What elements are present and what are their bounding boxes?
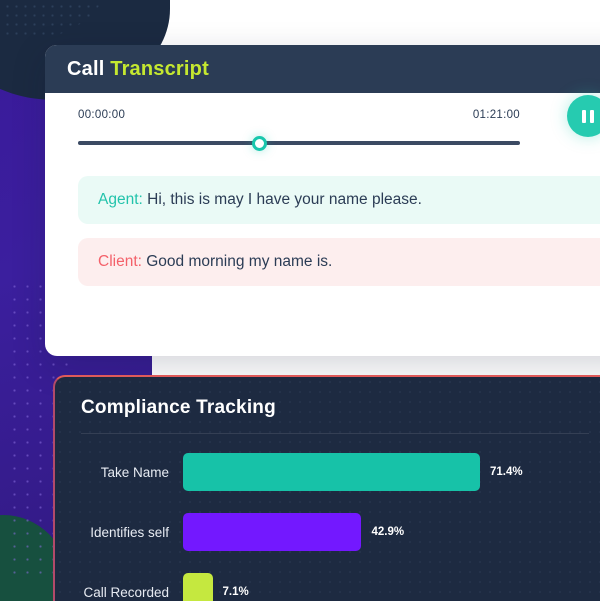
transcript-lines: Agent: Hi, this is may I have your name … xyxy=(45,176,600,286)
transcript-line-client: Client: Good morning my name is. xyxy=(78,238,600,286)
compliance-divider xyxy=(81,433,589,434)
bar xyxy=(183,453,481,491)
audio-player: 00:00:00 01:21:00 xyxy=(45,93,600,154)
bar-row: Take Name 71.4% xyxy=(55,448,600,496)
bar xyxy=(183,513,362,551)
bar-value-label: 42.9% xyxy=(371,526,405,538)
call-transcript-header: Call Transcript xyxy=(45,45,600,93)
bar-category-label: Identifies self xyxy=(90,524,169,540)
bar-row: Call Recorded 7.1% xyxy=(55,568,600,601)
page-title: Call Transcript xyxy=(67,58,209,81)
bar-category-label: Call Recorded xyxy=(83,584,169,600)
pause-icon-bar-right xyxy=(590,109,594,123)
total-time-label: 01:21:00 xyxy=(472,109,520,121)
current-time-label: 00:00:00 xyxy=(78,109,126,121)
bar-value-label: 7.1% xyxy=(222,586,249,598)
background-dot-pattern-blob xyxy=(0,0,110,40)
speaker-label: Client: xyxy=(98,253,142,270)
speaker-label: Agent: xyxy=(98,191,143,208)
page-title-accent: Transcript xyxy=(110,57,209,80)
pause-button[interactable] xyxy=(567,95,600,137)
seek-bar-handle[interactable] xyxy=(252,136,268,151)
seek-bar-track[interactable] xyxy=(78,141,520,145)
seek-bar[interactable] xyxy=(78,132,520,154)
transcript-line-agent: Agent: Hi, this is may I have your name … xyxy=(78,176,600,224)
utterance-text: Good morning my name is. xyxy=(146,253,333,270)
time-row: 00:00:00 01:21:00 xyxy=(78,109,520,121)
call-transcript-card: Call Transcript 00:00:00 01:21:00 Agent:… xyxy=(45,45,600,356)
utterance-text: Hi, this is may I have your name please. xyxy=(147,191,422,208)
compliance-tracking-card: Compliance Tracking Take Name 71.4% Identi… xyxy=(53,375,600,601)
bar-value-label: 71.4% xyxy=(490,466,523,478)
bar-category-label: Take Name xyxy=(100,464,169,480)
page-title-primary: Call xyxy=(67,57,105,80)
screenshot-root: Call Transcript 00:00:00 01:21:00 Agent:… xyxy=(0,0,600,601)
compliance-bar-chart: Take Name 71.4% Identifies self 42.9% Call R… xyxy=(55,448,600,601)
pause-icon-bar-left xyxy=(582,109,586,123)
bar xyxy=(183,573,213,601)
bar-row: Identifies self 42.9% xyxy=(55,508,600,556)
compliance-title: Compliance Tracking xyxy=(81,397,276,418)
